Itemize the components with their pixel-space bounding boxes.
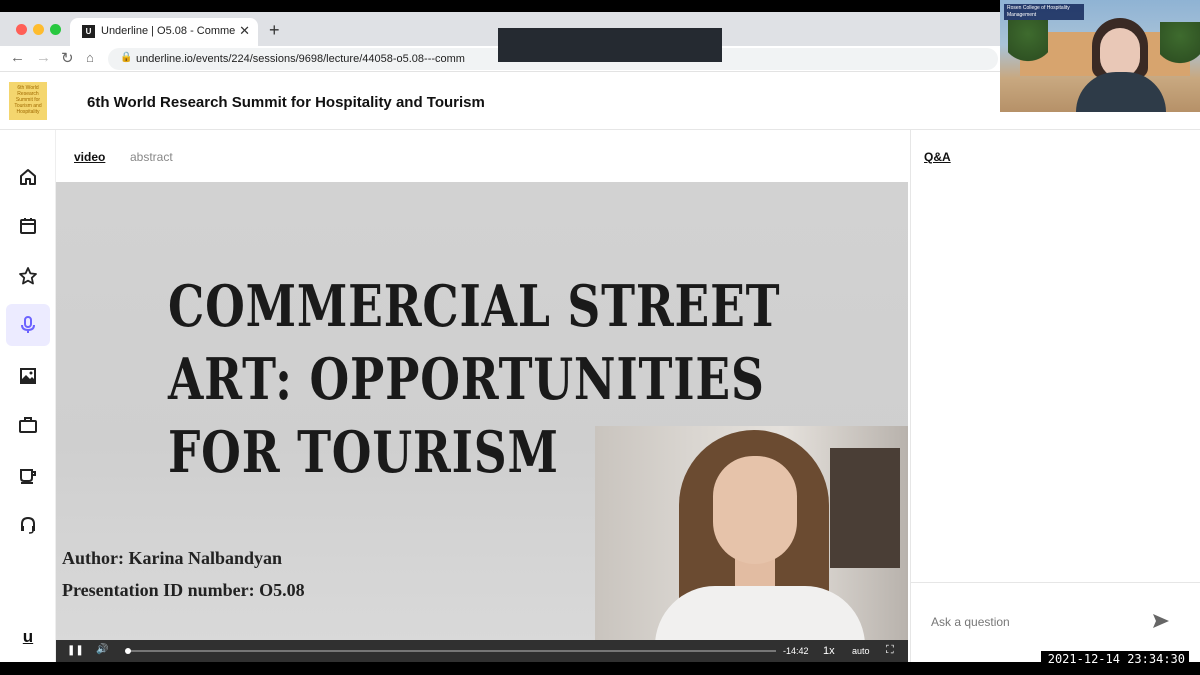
slide-title-line: COMMERCIAL STREET <box>168 273 781 340</box>
new-tab-icon[interactable]: + <box>269 20 280 41</box>
minimize-window-button[interactable] <box>33 24 44 35</box>
pause-icon[interactable]: ❚❚ <box>67 645 84 656</box>
coffee-cup-icon <box>20 469 36 484</box>
presenter-shirt <box>655 586 865 640</box>
sidebar-item-calendar[interactable] <box>6 205 50 247</box>
volume-icon[interactable]: 🔊 <box>96 644 108 655</box>
player-controls: ❚❚ 🔊 -14:42 1x auto ⛶ <box>56 640 908 662</box>
close-tab-icon[interactable]: ✕ <box>239 23 250 39</box>
sidebar-item-favorites[interactable] <box>6 255 50 297</box>
send-icon[interactable] <box>1151 611 1171 631</box>
progress-handle[interactable] <box>124 648 131 654</box>
video-player[interactable]: COMMERCIAL STREET ART: OPPORTUNITIES FOR… <box>56 182 908 662</box>
back-arrow-icon[interactable]: ← <box>10 49 25 66</box>
sidebar-item-networking[interactable] <box>6 454 50 496</box>
question-placeholder: Ask a question <box>931 615 1010 629</box>
redaction-bar <box>498 28 722 62</box>
event-title: 6th World Research Summit for Hospitalit… <box>87 94 485 111</box>
event-logo[interactable]: 6th World Research Summit for Tourism an… <box>9 82 47 120</box>
presenter-face <box>713 456 797 564</box>
time-remaining: -14:42 <box>783 646 809 656</box>
quality-button[interactable]: auto <box>852 646 870 656</box>
host-face <box>1100 28 1140 78</box>
reload-icon[interactable]: ↻ <box>61 49 74 67</box>
host-webcam: Rosen College of Hospitality Management <box>1000 0 1200 112</box>
palm-tree <box>1008 20 1048 90</box>
url-text: underline.io/events/224/sessions/9698/le… <box>136 53 465 65</box>
slide-presentation-id: Presentation ID number: O5.08 <box>62 580 305 600</box>
qa-panel: Q&A Ask a question <box>910 130 1200 662</box>
sidebar-item-exhibitors[interactable] <box>6 404 50 446</box>
tab-video[interactable]: video <box>74 150 105 164</box>
webcam-door <box>830 448 900 568</box>
browser-tab[interactable]: U Underline | O5.08 - Commercia ✕ <box>70 18 258 46</box>
star-icon <box>19 267 37 285</box>
home-icon <box>20 169 36 185</box>
playback-speed-button[interactable]: 1x <box>823 645 835 657</box>
recording-timestamp: 2021-12-14 23:34:30 <box>1041 651 1189 668</box>
sidebar-item-posters[interactable] <box>6 355 50 397</box>
sidebar-item-sessions[interactable] <box>6 304 50 346</box>
rosen-college-logo: Rosen College of Hospitality Management <box>1004 4 1084 20</box>
briefcase-icon <box>19 417 37 433</box>
palm-tree <box>1160 22 1200 92</box>
presenter-webcam <box>595 426 908 640</box>
lock-icon: 🔒 <box>120 52 133 63</box>
event-logo-text: 6th World Research Summit for Tourism an… <box>14 85 42 115</box>
sidebar-item-home[interactable] <box>6 156 50 198</box>
progress-track[interactable] <box>126 650 776 652</box>
home-browser-icon[interactable]: ⌂ <box>86 50 94 65</box>
fullscreen-icon[interactable]: ⛶ <box>886 644 894 657</box>
headset-icon <box>21 516 35 534</box>
calendar-icon <box>20 218 36 234</box>
slide-author: Author: Karina Nalbandyan <box>62 548 283 568</box>
tab-title: Underline | O5.08 - Commercia <box>101 25 235 37</box>
qa-title[interactable]: Q&A <box>924 150 951 164</box>
underline-favicon-icon: U <box>82 25 95 38</box>
forward-arrow-icon[interactable]: → <box>36 49 51 66</box>
sidebar: u <box>0 130 56 662</box>
slide-title-line: ART: OPPORTUNITIES <box>168 346 765 413</box>
close-window-button[interactable] <box>16 24 27 35</box>
maximize-window-button[interactable] <box>50 24 61 35</box>
gallery-icon <box>20 368 36 384</box>
main-content: video abstract COMMERCIAL STREET ART: OP… <box>56 130 910 662</box>
sidebar-item-support[interactable] <box>6 504 50 546</box>
tab-abstract[interactable]: abstract <box>130 150 173 164</box>
underline-logo[interactable]: u <box>6 616 50 658</box>
question-input[interactable]: Ask a question <box>911 582 1200 662</box>
microphone-icon <box>21 316 35 333</box>
